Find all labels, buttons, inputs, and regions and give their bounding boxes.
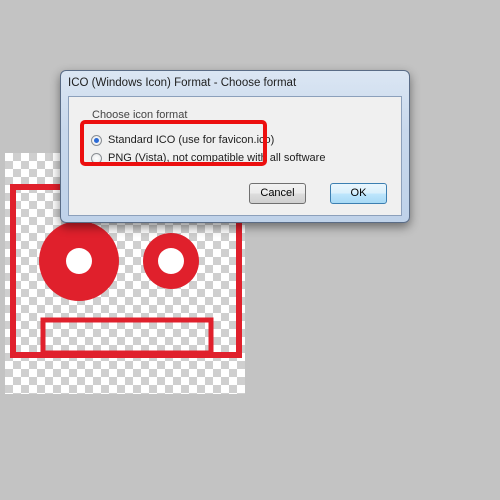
option-png-vista[interactable]: PNG (Vista), not compatible with all sof…: [91, 152, 325, 164]
artwork-left-eye-pupil: [66, 248, 92, 274]
artwork-mouth: [40, 317, 214, 356]
standard-ico-radio[interactable]: [91, 134, 102, 146]
png-vista-label[interactable]: PNG (Vista), not compatible with all sof…: [108, 152, 325, 164]
standard-ico-label[interactable]: Standard ICO (use for favicon.ico): [108, 134, 274, 146]
dialog-title: ICO (Windows Icon) Format - Choose forma…: [68, 77, 297, 89]
icon-format-group-label: Choose icon format: [92, 109, 188, 121]
cancel-button[interactable]: Cancel: [249, 183, 306, 204]
dialog-client-area: Choose icon format Standard ICO (use for…: [68, 96, 402, 216]
dialog-titlebar[interactable]: ICO (Windows Icon) Format - Choose forma…: [61, 71, 409, 95]
choose-format-dialog: ICO (Windows Icon) Format - Choose forma…: [60, 70, 410, 223]
artwork-right-eye-pupil: [158, 248, 184, 274]
ok-button[interactable]: OK: [330, 183, 387, 204]
option-standard-ico[interactable]: Standard ICO (use for favicon.ico): [91, 134, 274, 146]
png-vista-radio[interactable]: [91, 152, 102, 164]
